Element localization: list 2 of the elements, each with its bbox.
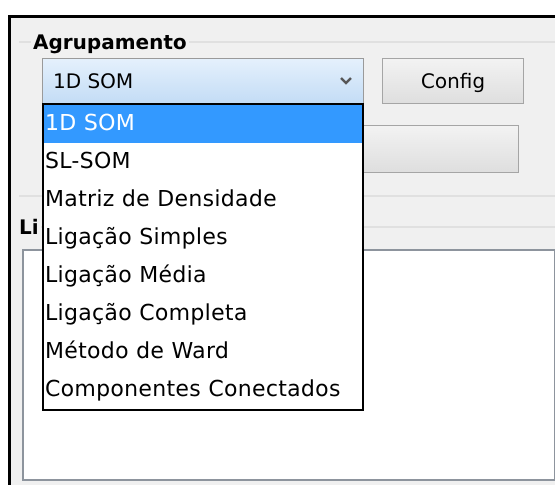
group-title: Li [18, 215, 40, 239]
group-title: Agrupamento [32, 30, 188, 54]
